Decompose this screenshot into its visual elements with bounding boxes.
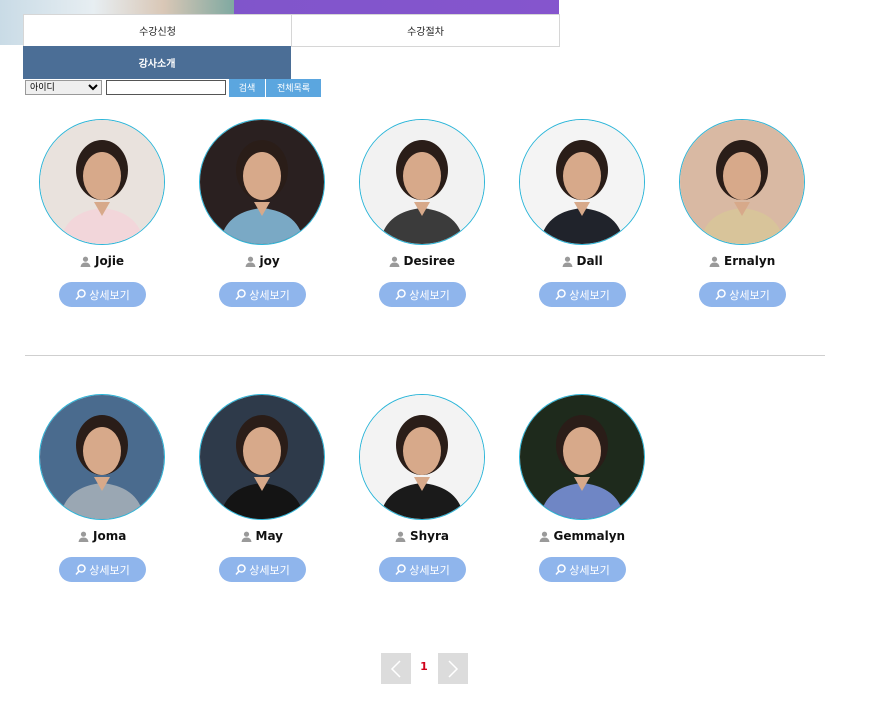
view-detail-button[interactable]: 상세보기 (539, 557, 626, 582)
view-detail-label: 상세보기 (249, 563, 290, 577)
instructor-name-text: joy (259, 254, 280, 268)
portrait-image (200, 395, 324, 519)
view-detail-button[interactable]: 상세보기 (379, 557, 466, 582)
instructor-name-text: Ernalyn (724, 254, 776, 268)
portrait-image (360, 120, 484, 244)
instructor-name-text: Desiree (403, 254, 456, 268)
instructor-photo[interactable] (359, 394, 485, 520)
search-icon (555, 564, 566, 575)
portrait-image (520, 395, 644, 519)
view-detail-button[interactable]: 상세보기 (699, 282, 786, 307)
instructor-photo[interactable] (39, 394, 165, 520)
instructor-photo[interactable] (679, 119, 805, 245)
instructor-photo[interactable] (359, 119, 485, 245)
chevron-right-icon (448, 659, 459, 678)
portrait-image (40, 120, 164, 244)
portrait-image (520, 120, 644, 244)
person-icon (389, 256, 399, 267)
instructor-name: May (241, 528, 284, 544)
view-detail-button[interactable]: 상세보기 (219, 282, 306, 307)
chevron-left-icon (390, 659, 401, 678)
person-icon (245, 256, 255, 267)
view-detail-label: 상세보기 (569, 288, 610, 302)
person-icon (539, 531, 549, 542)
search-icon (555, 289, 566, 300)
tab-instructor-intro[interactable]: 강사소개 (23, 46, 291, 79)
view-detail-button[interactable]: 상세보기 (379, 282, 466, 307)
tab-procedure[interactable]: 수강절차 (291, 14, 560, 47)
search-button[interactable]: 검색 (229, 78, 265, 97)
view-detail-label: 상세보기 (409, 563, 450, 577)
instructor-name: joy (245, 253, 280, 269)
search-icon (715, 289, 726, 300)
search-field-select[interactable]: 아이디 (25, 80, 102, 95)
portrait-image (360, 395, 484, 519)
instructor-name: Joma (78, 528, 126, 544)
view-detail-label: 상세보기 (729, 288, 770, 302)
view-detail-label: 상세보기 (249, 288, 290, 302)
row-divider (25, 355, 825, 356)
search-input[interactable] (106, 80, 226, 95)
view-detail-button[interactable]: 상세보기 (219, 557, 306, 582)
page-number-current[interactable]: 1 (414, 660, 434, 673)
search-icon (75, 289, 86, 300)
view-detail-label: 상세보기 (89, 563, 130, 577)
instructor-name-text: Jojie (95, 254, 125, 268)
person-icon (80, 256, 91, 267)
view-detail-button[interactable]: 상세보기 (59, 282, 146, 307)
person-icon (241, 531, 251, 542)
person-icon (709, 256, 720, 267)
view-detail-label: 상세보기 (409, 288, 450, 302)
search-icon (235, 564, 246, 575)
instructor-name: Gemmalyn (539, 528, 626, 544)
view-detail-button[interactable]: 상세보기 (59, 557, 146, 582)
search-icon (235, 289, 246, 300)
instructor-name-text: Dall (576, 254, 603, 268)
instructor-name-text: Gemmalyn (553, 529, 626, 543)
portrait-image (680, 120, 804, 244)
tab-enroll[interactable]: 수강신청 (23, 14, 292, 47)
prev-page-button[interactable] (381, 653, 411, 684)
instructor-photo[interactable] (199, 394, 325, 520)
instructor-photo[interactable] (519, 119, 645, 245)
view-detail-button[interactable]: 상세보기 (539, 282, 626, 307)
all-list-button[interactable]: 전체목록 (266, 78, 321, 97)
next-page-button[interactable] (438, 653, 468, 684)
person-icon (395, 531, 406, 542)
instructor-name-text: May (255, 529, 284, 543)
person-icon (78, 531, 89, 542)
portrait-image (200, 120, 324, 244)
view-detail-label: 상세보기 (569, 563, 610, 577)
search-bar: 아이디 검색 전체목록 (25, 78, 321, 97)
view-detail-label: 상세보기 (89, 288, 130, 302)
search-icon (395, 289, 406, 300)
instructor-photo[interactable] (519, 394, 645, 520)
instructor-name: Ernalyn (709, 253, 775, 269)
instructor-photo[interactable] (199, 119, 325, 245)
instructor-name-text: Joma (93, 529, 127, 543)
search-icon (75, 564, 86, 575)
instructor-name: Shyra (395, 528, 449, 544)
instructor-name: Dall (562, 253, 603, 269)
banner-blank-area (559, 0, 894, 45)
portrait-image (40, 395, 164, 519)
search-icon (395, 564, 406, 575)
instructor-photo[interactable] (39, 119, 165, 245)
person-icon (562, 256, 572, 267)
instructor-name: Desiree (389, 253, 456, 269)
instructor-name-text: Shyra (410, 529, 450, 543)
instructor-name: Jojie (80, 253, 124, 269)
